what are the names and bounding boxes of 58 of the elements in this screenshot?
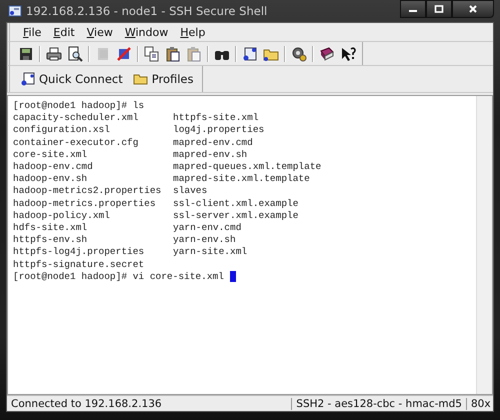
terminal-text: mapred-env.sh — [173, 148, 248, 162]
maximize-icon — [434, 5, 444, 13]
terminal-text: yarn-env.cmd — [173, 222, 242, 234]
terminal-text: [root@node1 hadoop]# vi core-site.xml — [13, 270, 224, 284]
terminal-text: container-executor.cfg — [13, 136, 140, 149]
terminal-text: ssl-server.xml.example — [173, 210, 298, 222]
settings-icon[interactable] — [291, 46, 307, 62]
menu-item[interactable]: Help — [175, 26, 210, 38]
close-button[interactable] — [452, 0, 494, 18]
menu-item[interactable]: View — [82, 26, 118, 38]
paste-icon[interactable] — [165, 46, 181, 62]
menu-item[interactable]: Edit — [48, 26, 80, 38]
terminal-text: httpfs-log4j.properties — [13, 246, 146, 259]
context-help-icon[interactable] — [340, 46, 356, 62]
status-text: Connected to 192.168.2.136 — [10, 398, 163, 410]
terminal-text: hadoop-metrics2.properties — [13, 185, 162, 198]
quick-connect-button[interactable]: Quick Connect — [18, 72, 126, 86]
terminal-text: hadoop-metrics.properties — [13, 198, 157, 210]
terminal-text: mapred-site.xml.template — [173, 173, 310, 186]
terminal-text: capacity-scheduler.xml — [13, 112, 140, 124]
disconnect-icon[interactable] — [116, 46, 132, 62]
terminal-text: yarn-site.xml — [173, 246, 248, 259]
terminal-text: ssl-client.xml.example — [173, 198, 298, 210]
status-text: SSH2 - aes128-cbc - hmac-md5 — [291, 398, 466, 410]
terminal-text: configuration.xsl — [13, 124, 111, 137]
terminal-text: core-site.xml — [13, 148, 88, 162]
menu-item[interactable]: Window — [120, 26, 174, 38]
terminal-text: httpfs-env.sh — [13, 234, 88, 246]
terminal-text: hadoop-env.cmd — [13, 161, 94, 174]
terminal-text: mapred-env.cmd — [173, 136, 253, 149]
folder-icon — [132, 73, 148, 85]
scrollbar[interactable] — [476, 96, 492, 394]
close-icon — [468, 5, 478, 13]
terminal-text: httpfs-signature.secret — [13, 258, 144, 271]
terminal-text: hdfs-site.xml — [13, 222, 88, 234]
terminal-text: hadoop-env.sh — [13, 173, 88, 186]
save-icon[interactable] — [18, 46, 34, 62]
help-book-icon[interactable] — [319, 46, 335, 62]
terminal-text: httpfs-site.xml — [173, 112, 259, 124]
terminal-text: hadoop-policy.xml — [13, 210, 111, 222]
new-connection-icon[interactable] — [242, 46, 258, 62]
connection-icon — [21, 72, 35, 86]
terminal-text: slaves — [173, 185, 208, 198]
status-text: 80x — [466, 398, 493, 410]
app-icon — [8, 5, 22, 17]
print-preview-icon[interactable] — [67, 46, 83, 62]
window-title: 192.168.2.136 - node1 - SSH Secure Shell — [26, 4, 268, 18]
terminal-text: yarn-env.sh — [173, 234, 236, 246]
minimize-button[interactable] — [400, 0, 426, 18]
profiles-button[interactable]: Profiles — [130, 72, 196, 86]
copy-icon[interactable] — [144, 46, 160, 62]
menu-item[interactable]: File — [18, 26, 46, 38]
terminal-text: mapred-queues.xml.template — [173, 161, 322, 174]
terminal-text: log4j.properties — [173, 124, 264, 137]
maximize-button[interactable] — [426, 0, 452, 18]
terminal-panel[interactable] — [7, 95, 493, 395]
terminal-text: [root@node1 hadoop]# ls — [13, 100, 144, 112]
print-icon[interactable] — [46, 46, 62, 62]
